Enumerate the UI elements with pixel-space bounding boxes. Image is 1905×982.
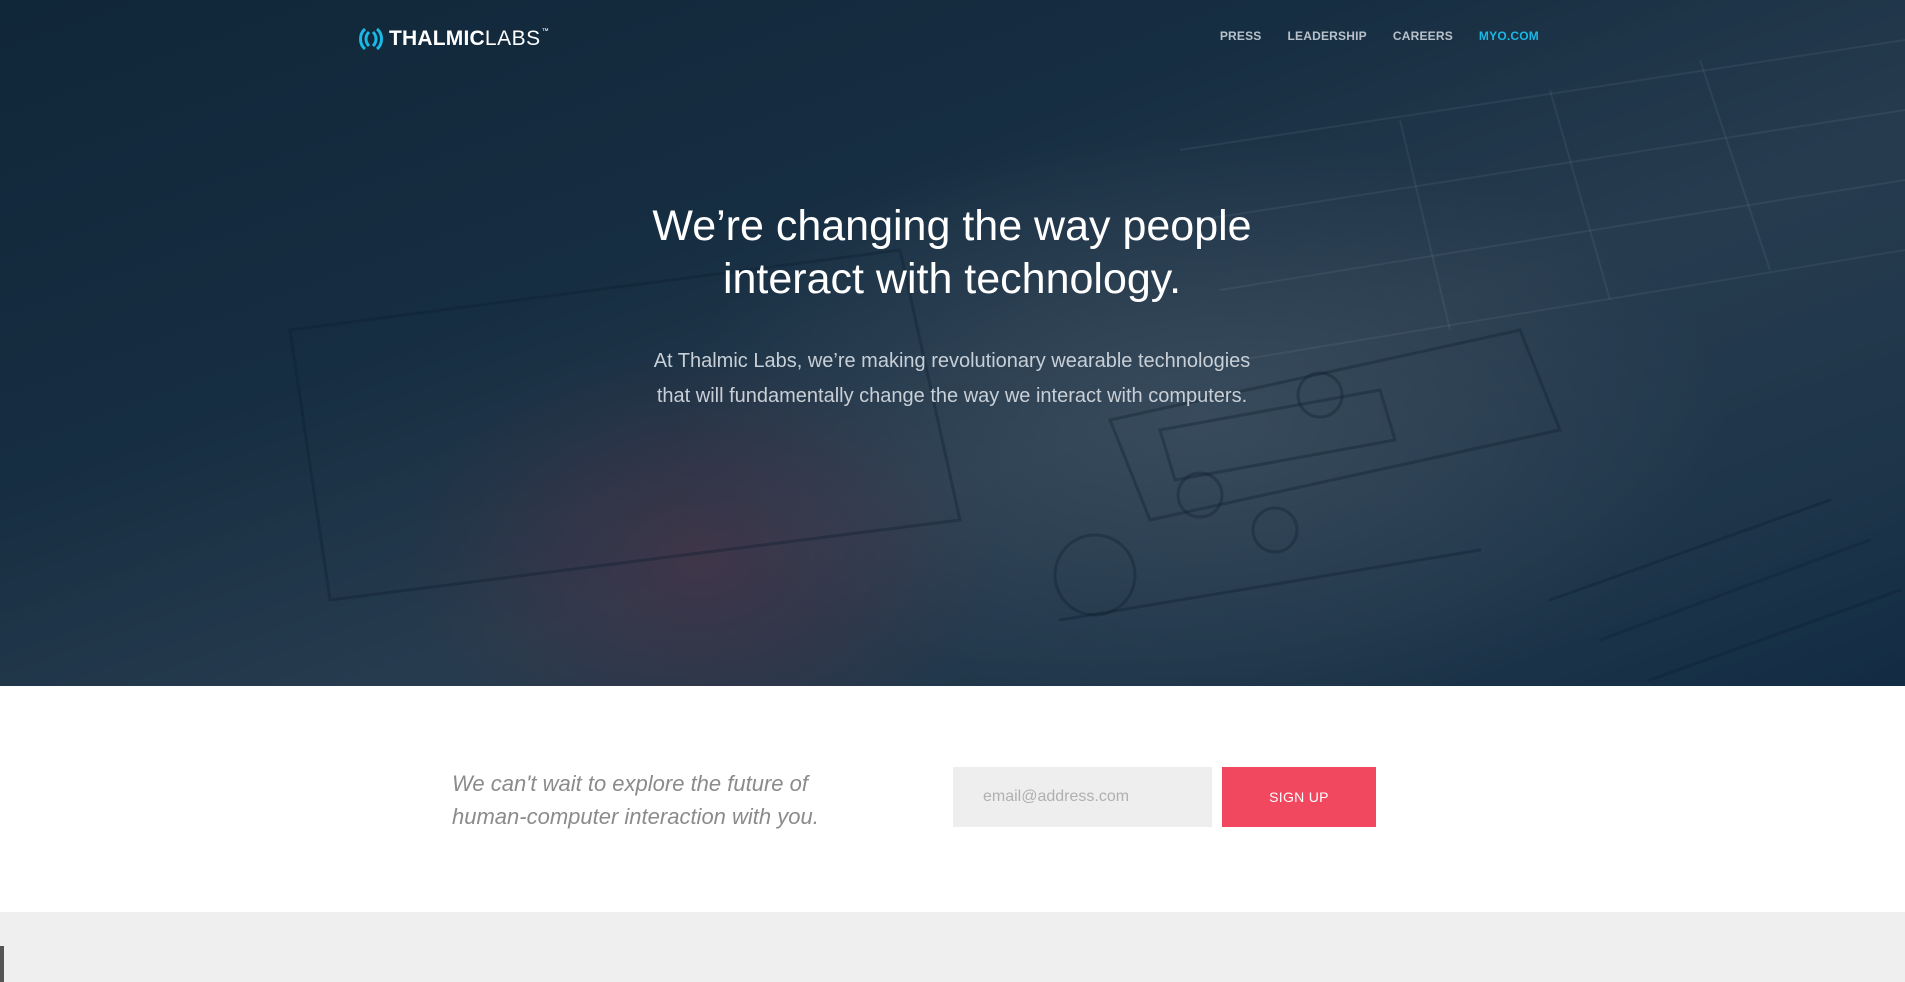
hero-overlay [0,0,1905,686]
hero-section: THALMIC LABS ™ PRESS LEADERSHIP CAREERS … [0,0,1905,686]
nav-links: PRESS LEADERSHIP CAREERS MYO.COM [1220,29,1539,43]
brand-name-light: LABS [484,27,541,50]
nav-link-careers[interactable]: CAREERS [1393,29,1453,43]
email-field[interactable] [953,767,1212,827]
signup-tagline-line-2: human-computer interaction with you. [452,804,819,829]
hero-headline-line-1: We’re changing the way people [652,202,1252,250]
nav-link-leadership[interactable]: LEADERSHIP [1288,29,1367,43]
brand-logo[interactable]: THALMIC LABS ™ [356,26,549,52]
sign-up-button[interactable]: SIGN UP [1222,767,1376,827]
trademark-symbol: ™ [541,28,549,35]
signup-tagline: We can't wait to explore the future of h… [452,767,872,833]
hero-headline: We’re changing the way people interact w… [552,200,1352,306]
nav-link-myo[interactable]: MYO.COM [1479,29,1539,43]
brand-name-bold: THALMIC [389,27,485,50]
thalmic-logo-mark-icon [359,27,383,51]
signup-tagline-line-1: We can't wait to explore the future of [452,771,808,796]
signup-section: We can't wait to explore the future of h… [0,686,1905,912]
nav-link-press[interactable]: PRESS [1220,29,1262,43]
side-edge-tab[interactable] [0,946,4,982]
footer-section [0,912,1905,982]
hero-headline-line-2: interact with technology. [722,255,1182,303]
hero-subtext: At Thalmic Labs, we’re making revolution… [653,350,1251,407]
top-navigation: THALMIC LABS ™ PRESS LEADERSHIP CAREERS … [0,0,1905,75]
